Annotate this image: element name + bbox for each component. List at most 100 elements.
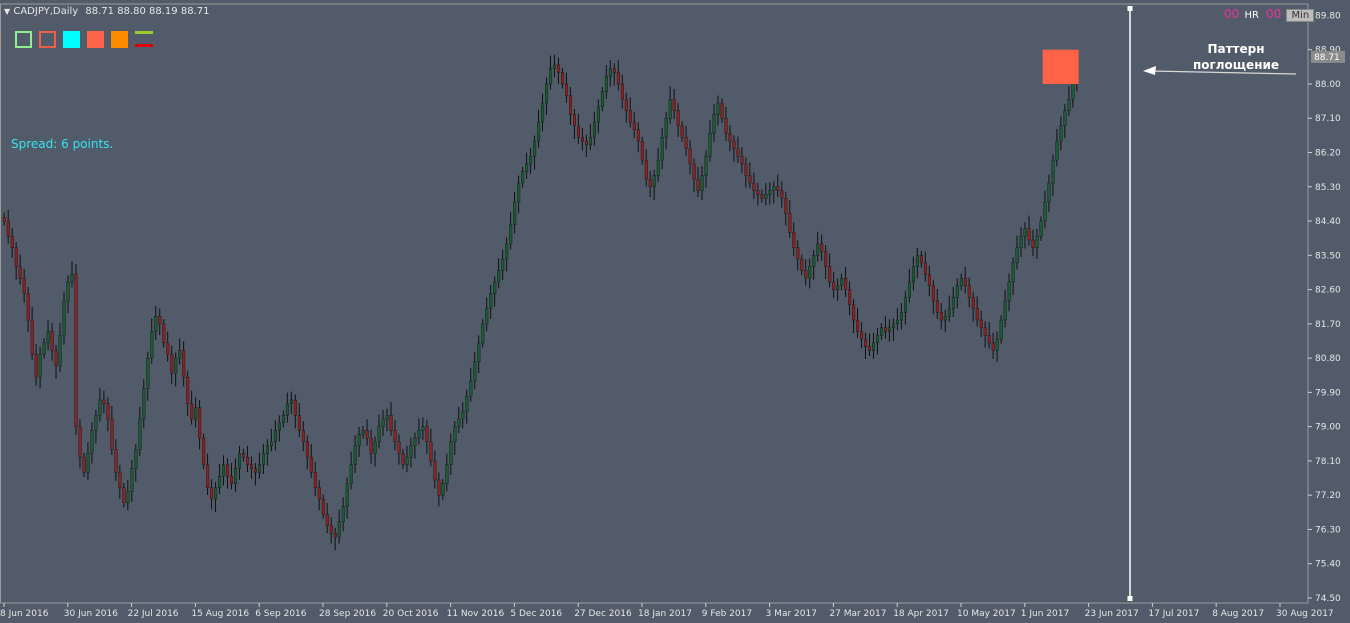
candle-body	[1035, 236, 1039, 248]
candle-body	[995, 338, 999, 351]
candle-body	[214, 487, 218, 500]
x-tick-label: 22 Jul 2016	[128, 609, 179, 619]
candle-body	[246, 456, 250, 465]
candle-body	[588, 137, 592, 146]
candle-body	[38, 354, 42, 378]
y-tick-label: 78.10	[1315, 457, 1341, 467]
y-tick-label: 79.00	[1315, 423, 1341, 433]
candle-body	[911, 266, 915, 283]
candle-body	[1051, 159, 1055, 184]
collapse-arrow-icon[interactable]: ▼	[4, 7, 10, 16]
vertical-line-handle-top[interactable]	[1127, 6, 1133, 11]
engulfing-pattern-box[interactable]	[1042, 49, 1079, 84]
candle-body	[397, 441, 401, 454]
candle-body	[628, 110, 632, 123]
candle-body	[919, 255, 923, 264]
candle-body	[497, 270, 501, 283]
y-tick-label: 85.30	[1315, 183, 1341, 193]
candle-body	[533, 140, 537, 157]
orange-square-button[interactable]	[111, 30, 128, 48]
candle-body	[860, 331, 864, 340]
candle-body	[513, 201, 517, 226]
candle-body	[421, 426, 425, 431]
x-tick-label: 11 Nov 2016	[447, 609, 505, 619]
candle-body	[756, 190, 760, 195]
candle-body	[190, 403, 194, 420]
candle-body	[971, 296, 975, 309]
candle-body	[309, 456, 313, 473]
candle-body	[86, 453, 90, 473]
candle-body	[377, 426, 381, 443]
candle-body	[784, 197, 788, 214]
y-tick-label: 87.10	[1315, 114, 1341, 124]
red-outline-square-button[interactable]	[39, 30, 56, 48]
candle-body	[166, 342, 170, 355]
candle-body	[864, 338, 868, 347]
candle-body	[433, 460, 437, 481]
x-tick-label: 1 Jun 2017	[1021, 609, 1069, 619]
candle-body	[1011, 262, 1015, 283]
candle-body	[752, 182, 756, 191]
symbol-timeframe: CADJPY,Daily	[13, 6, 79, 17]
x-tick-label: 17 Jul 2017	[1148, 609, 1199, 619]
hour-counter: 00 HR	[1224, 7, 1259, 21]
candle-body	[234, 468, 238, 484]
candle-body	[517, 182, 521, 203]
candle-body	[429, 441, 433, 462]
candle-body	[1007, 281, 1011, 302]
candle-body	[632, 121, 636, 130]
candle-body	[935, 300, 939, 313]
candle-body	[664, 118, 668, 138]
candle-body	[983, 327, 987, 336]
cyan-square-button[interactable]	[63, 30, 80, 48]
candle-body	[736, 148, 740, 157]
candle-body	[1027, 228, 1031, 241]
lines-button[interactable]	[135, 30, 153, 48]
indicator-toolbar	[15, 30, 153, 48]
minute-counter: 00 Min	[1266, 7, 1315, 22]
candle-body	[808, 266, 812, 279]
candle-body	[1067, 98, 1071, 111]
price-chart[interactable]: 89.8088.9088.0087.1086.2085.3084.4083.50…	[0, 0, 1350, 623]
green-outline-square-button[interactable]	[15, 30, 32, 48]
candle-body	[724, 118, 728, 134]
chart-window[interactable]: 89.80 88.90 88.00 87.10 86.20 85.30 84.40 83.50…	[0, 0, 1350, 623]
candle-body	[561, 72, 565, 85]
minute-counter-label[interactable]: Min	[1286, 9, 1315, 22]
x-tick-label: 8 Jun 2016	[0, 609, 49, 619]
candle-body	[636, 129, 640, 142]
hour-counter-value: 00	[1224, 7, 1240, 21]
annotation-line-2: поглощение	[1192, 58, 1280, 72]
vertical-line-handle-bottom[interactable]	[1127, 596, 1133, 601]
candle-body	[1063, 110, 1067, 127]
candle-body	[1047, 182, 1051, 203]
candle-body	[114, 449, 118, 473]
x-tick-label: 18 Apr 2017	[893, 609, 949, 619]
candle-body	[461, 411, 465, 420]
candle-body	[1023, 228, 1027, 237]
pattern-annotation: Паттерн поглощение	[1186, 41, 1286, 73]
y-tick-label: 84.40	[1315, 217, 1341, 227]
candle-body	[14, 247, 18, 267]
candle-body	[182, 350, 186, 378]
candle-body	[700, 175, 704, 191]
candle-body	[812, 255, 816, 267]
candle-body	[923, 262, 927, 275]
candle-body	[680, 125, 684, 138]
x-tick-label: 30 Aug 2017	[1276, 609, 1334, 619]
candle-body	[365, 430, 369, 439]
candle-body	[222, 464, 226, 477]
tomato-square-button[interactable]	[87, 30, 104, 48]
candle-body	[696, 178, 700, 191]
x-tick-label: 6 Sep 2016	[255, 609, 307, 619]
candle-body	[792, 232, 796, 248]
candle-body	[258, 464, 262, 473]
candle-body	[987, 335, 991, 344]
candle-body	[477, 342, 481, 363]
candle-body	[716, 102, 720, 115]
candle-body	[832, 281, 836, 290]
candle-body	[58, 335, 62, 366]
candle-body	[828, 266, 832, 283]
candle-body	[708, 133, 712, 157]
candle-body	[979, 319, 983, 328]
